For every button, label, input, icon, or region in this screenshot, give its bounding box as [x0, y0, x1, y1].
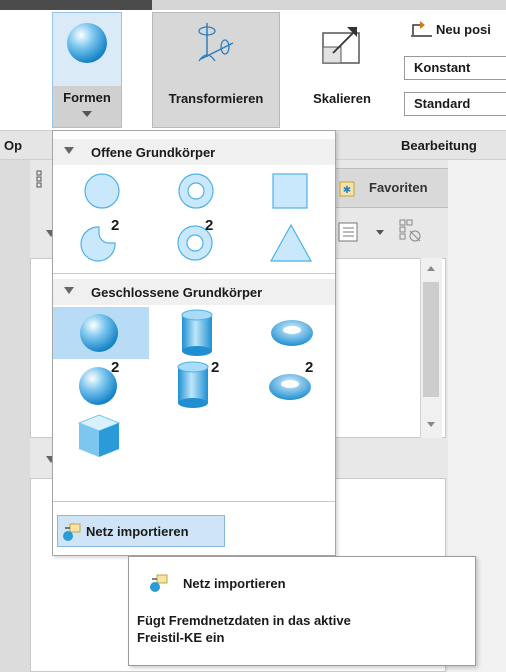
formen-button-dropdown-area[interactable]: Formen	[53, 86, 121, 127]
reposition-icon	[410, 20, 434, 38]
section-separator	[53, 273, 335, 274]
transformieren-button[interactable]: Transformieren	[152, 12, 280, 128]
open-square-icon	[271, 172, 309, 210]
formen-dropdown-gallery: Offene Grundkörper 2 2 Geschlossene Grun…	[52, 130, 336, 556]
closed-sphere-button[interactable]	[53, 307, 149, 359]
tooltip-title: Netz importieren	[183, 576, 286, 591]
open-triangle-button[interactable]	[249, 217, 345, 269]
tooltip-description-line2: Freistil-KE ein	[137, 630, 225, 645]
sphere-icon	[65, 21, 109, 65]
group-label-left: Op	[4, 138, 23, 153]
section-header-open[interactable]: Offene Grundkörper	[53, 139, 335, 165]
superscript-2: 2	[305, 359, 314, 376]
closed-torus-button[interactable]	[249, 307, 345, 359]
favoriten-tab[interactable]: ✱ Favoriten	[330, 168, 450, 208]
transformieren-label: Transformieren	[168, 91, 264, 106]
section-separator	[53, 501, 335, 502]
standard-combo[interactable]: Standard	[404, 92, 506, 116]
view-chevron-down-icon[interactable]	[376, 230, 384, 235]
scroll-down-icon[interactable]	[427, 422, 435, 427]
import-mesh-icon	[62, 522, 82, 542]
closed-cylinder-button[interactable]	[153, 307, 249, 359]
scroll-up-icon[interactable]	[427, 266, 435, 271]
open-torus-2-button[interactable]: 2	[153, 217, 249, 269]
konstant-combo[interactable]: Konstant	[404, 56, 506, 80]
superscript-2: 2	[205, 217, 214, 234]
closed-sphere-2-button[interactable]: 2	[57, 359, 153, 411]
section-collapse-icon	[64, 287, 74, 294]
open-torus-button[interactable]	[153, 167, 249, 219]
skalieren-label: Skalieren	[313, 91, 371, 106]
superscript-2: 2	[211, 359, 220, 376]
favoriten-label: Favoriten	[369, 180, 428, 195]
partial-cylinder-icon	[175, 361, 211, 409]
superscript-2: 2	[111, 217, 120, 234]
section-collapse-icon	[64, 147, 74, 154]
netz-importieren-label: Netz importieren	[86, 524, 189, 539]
tree-structure-icon[interactable]	[36, 170, 48, 188]
scroll-thumb[interactable]	[423, 282, 439, 397]
open-circle-icon	[82, 171, 122, 211]
closed-cylinder-2-button[interactable]: 2	[153, 359, 249, 411]
tooltip: Netz importieren Fügt Fremdnetzdaten in …	[128, 556, 476, 666]
ribbon-tab-strip	[152, 0, 506, 10]
open-ring-icon	[176, 171, 216, 211]
torus-icon	[269, 317, 315, 349]
chevron-down-icon	[82, 111, 92, 117]
formen-label: Formen	[63, 90, 111, 105]
formen-button[interactable]: Formen	[52, 12, 122, 128]
open-sphere-button[interactable]	[57, 167, 153, 219]
transform-icon	[193, 19, 241, 67]
netz-importieren-button[interactable]: Netz importieren	[57, 515, 225, 547]
open-plane-button[interactable]	[249, 167, 345, 219]
open-sphere-2-button[interactable]: 2	[57, 217, 153, 269]
superscript-2: 2	[111, 359, 120, 376]
filter-settings-icon[interactable]	[398, 218, 424, 244]
closed-torus-2-button[interactable]: 2	[249, 359, 345, 411]
cylinder-icon	[179, 309, 215, 357]
scale-icon	[319, 23, 363, 67]
section-header-closed[interactable]: Geschlossene Grundkörper	[53, 279, 335, 305]
sphere-icon	[78, 312, 120, 354]
open-triangle-icon	[269, 221, 313, 265]
group-label-bearbeitung: Bearbeitung	[401, 138, 477, 153]
section-title-open: Offene Grundkörper	[91, 145, 216, 160]
import-mesh-icon	[149, 573, 169, 593]
cube-icon	[77, 413, 121, 459]
neu-positionieren-button[interactable]: Neu posi	[436, 22, 491, 37]
tooltip-description-line1: Fügt Fremdnetzdaten in das aktive	[137, 613, 351, 628]
section-title-closed: Geschlossene Grundkörper	[91, 285, 263, 300]
skalieren-button[interactable]: Skalieren	[302, 12, 382, 128]
closed-box-button[interactable]	[57, 411, 153, 463]
